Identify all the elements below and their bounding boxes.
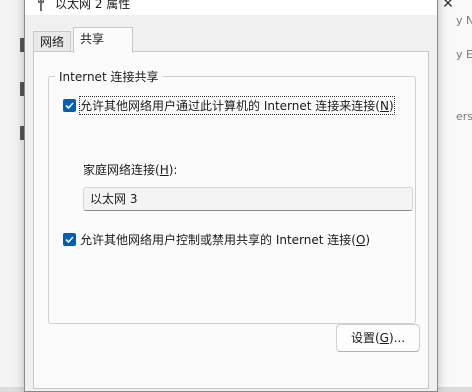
dialog-title: 以太网 2 属性 bbox=[55, 0, 131, 11]
background-left-strip bbox=[0, 0, 24, 387]
group-title: Internet 连接共享 bbox=[55, 68, 163, 85]
internet-connection-sharing-group: Internet 连接共享 允许其他网络用户通过此计算机的 Internet 连… bbox=[48, 68, 416, 324]
title-bar[interactable]: 以太网 2 属性 bbox=[25, 0, 437, 15]
background-text-fragment: y Ethe bbox=[456, 48, 472, 61]
allow-control-label: 允许其他网络用户控制或禁用共享的 Internet 连接(O) bbox=[80, 232, 371, 247]
sharing-tab-panel: Internet 连接共享 允许其他网络用户通过此计算机的 Internet 连… bbox=[33, 51, 429, 389]
tab-sharing[interactable]: 共享 bbox=[73, 27, 133, 53]
tab-strip: 网络 共享 bbox=[33, 27, 429, 53]
network-adapter-icon bbox=[35, 0, 47, 11]
allow-sharing-label: 允许其他网络用户通过此计算机的 Internet 连接来连接(N) bbox=[79, 95, 395, 115]
home-network-label: 家庭网络连接(H): bbox=[83, 163, 178, 177]
allow-control-checkbox[interactable]: 允许其他网络用户控制或禁用共享的 Internet 连接(O) bbox=[63, 231, 370, 247]
home-network-select[interactable]: 以太网 3 bbox=[83, 187, 413, 211]
settings-button[interactable]: 设置(G)... bbox=[336, 324, 420, 352]
checkbox-checked-icon[interactable] bbox=[63, 98, 76, 112]
allow-sharing-checkbox[interactable]: 允许其他网络用户通过此计算机的 Internet 连接来连接(N) bbox=[63, 95, 395, 115]
background-right-panel: y Net y Ethe erson bbox=[438, 0, 472, 387]
tab-network[interactable]: 网络 bbox=[33, 31, 71, 51]
properties-dialog: 以太网 2 属性 网络 共享 Internet 连接共享 允许其他网络用户通过此… bbox=[24, 0, 438, 392]
checkbox-checked-icon[interactable] bbox=[63, 232, 76, 246]
background-text-fragment: erson bbox=[456, 110, 472, 123]
